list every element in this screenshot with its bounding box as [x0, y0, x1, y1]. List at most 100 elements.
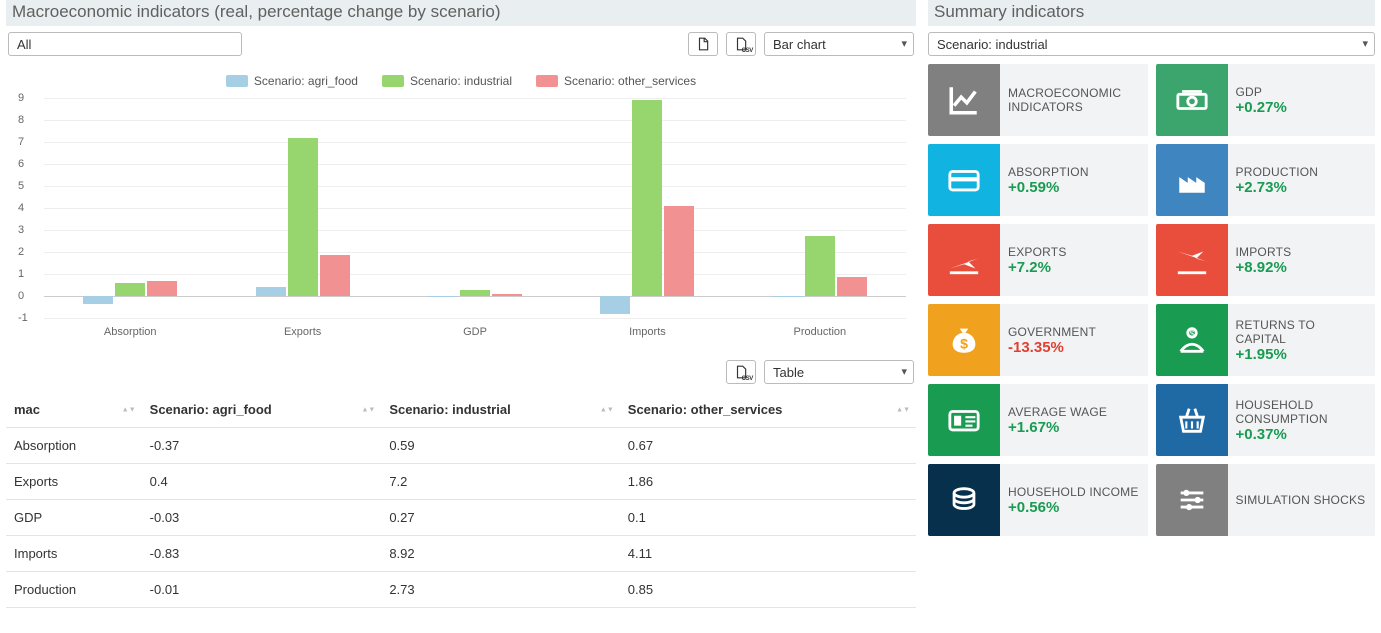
table-header-industrial[interactable]: Scenario: industrial▲▼ [381, 392, 619, 428]
bar-group: GDP [389, 98, 561, 318]
card-value: +1.67% [1008, 419, 1107, 436]
summary-card[interactable]: AVERAGE WAGE+1.67% [928, 384, 1148, 456]
legend-item-industrial[interactable]: Scenario: industrial [382, 74, 512, 88]
card-body: ABSORPTION+0.59% [1000, 144, 1097, 216]
bar[interactable] [83, 296, 113, 304]
bar[interactable] [805, 236, 835, 296]
bar[interactable] [428, 296, 458, 297]
bar[interactable] [320, 255, 350, 296]
table-header-agri[interactable]: Scenario: agri_food▲▼ [142, 392, 382, 428]
table-cell: 2.73 [381, 572, 619, 608]
card-body: GOVERNMENT-13.35% [1000, 304, 1104, 376]
file-image-icon [696, 37, 710, 51]
table-cell: 8.92 [381, 536, 619, 572]
card-value: +0.37% [1236, 426, 1368, 443]
table-row: Exports0.47.21.86 [6, 464, 916, 500]
card-value: +7.2% [1008, 259, 1067, 276]
table-cell: GDP [6, 500, 142, 536]
bar[interactable] [600, 296, 630, 314]
csv-badge: CSV [742, 376, 753, 382]
right-panel-title: Summary indicators [928, 0, 1375, 26]
table-cell: Imports [6, 536, 142, 572]
bar-group: Imports [561, 98, 733, 318]
table-cell: -0.03 [142, 500, 382, 536]
card-value: -13.35% [1008, 339, 1096, 356]
table-cell: Production [6, 572, 142, 608]
card-label: SIMULATION SHOCKS [1236, 493, 1366, 507]
card-body: PRODUCTION+2.73% [1228, 144, 1327, 216]
summary-card[interactable]: $ RETURNS TO CAPITAL+1.95% [1156, 304, 1376, 376]
bar[interactable] [256, 287, 286, 296]
summary-card[interactable]: SIMULATION SHOCKS [1156, 464, 1376, 536]
linechart-icon [928, 64, 1000, 136]
table-header-other[interactable]: Scenario: other_services▲▼ [620, 392, 916, 428]
table-cell: 0.1 [620, 500, 916, 536]
svg-text:$: $ [1189, 328, 1194, 338]
download-csv-chart-button[interactable]: CSV [726, 32, 756, 56]
card-value: +0.27% [1236, 99, 1287, 116]
summary-card[interactable]: EXPORTS+7.2% [928, 224, 1148, 296]
summary-card[interactable]: GDP+0.27% [1156, 64, 1376, 136]
bar[interactable] [664, 206, 694, 296]
bar[interactable] [288, 138, 318, 296]
yaxis-tick-label: -1 [18, 312, 28, 324]
yaxis-tick-label: 0 [18, 290, 24, 302]
card-body: RETURNS TO CAPITAL+1.95% [1228, 304, 1376, 376]
download-image-button[interactable] [688, 32, 718, 56]
coins-icon [928, 464, 1000, 536]
summary-card[interactable]: MACROECONOMIC INDICATORS [928, 64, 1148, 136]
table-cell: -0.83 [142, 536, 382, 572]
bar[interactable] [492, 294, 522, 296]
card-label: IMPORTS [1236, 245, 1292, 259]
bar[interactable] [837, 277, 867, 296]
table-cell: 0.59 [381, 428, 619, 464]
bar-group: Production [734, 98, 906, 318]
table-header-mac[interactable]: mac▲▼ [6, 392, 142, 428]
table-cell: Exports [6, 464, 142, 500]
country-filter-select[interactable]: All [8, 32, 242, 56]
download-csv-table-button[interactable]: CSV [726, 360, 756, 384]
summary-scenario-select[interactable]: Scenario: industrial [928, 32, 1375, 56]
summary-card[interactable]: ABSORPTION+0.59% [928, 144, 1148, 216]
bar[interactable] [147, 281, 177, 296]
bar[interactable] [460, 290, 490, 296]
bar-group: Absorption [44, 98, 216, 318]
card-label: HOUSEHOLD CONSUMPTION [1236, 398, 1368, 426]
table-row: GDP-0.030.270.1 [6, 500, 916, 536]
legend-label: Scenario: industrial [410, 74, 512, 88]
card-label: HOUSEHOLD INCOME [1008, 485, 1139, 499]
legend-item-agri[interactable]: Scenario: agri_food [226, 74, 358, 88]
handcoin-icon: $ [1156, 304, 1228, 376]
card-label: GDP [1236, 85, 1287, 99]
macro-chart: Scenario: agri_food Scenario: industrial… [6, 64, 916, 334]
legend-label: Scenario: agri_food [254, 74, 358, 88]
cash-icon [1156, 64, 1228, 136]
xaxis-category-label: Exports [216, 326, 388, 338]
chart-type-select[interactable]: Bar chart [764, 32, 914, 56]
basket-icon [1156, 384, 1228, 456]
xaxis-category-label: Imports [561, 326, 733, 338]
moneybag-icon: $ [928, 304, 1000, 376]
xaxis-category-label: GDP [389, 326, 561, 338]
table-type-select[interactable]: Table [764, 360, 914, 384]
table-cell: 7.2 [381, 464, 619, 500]
summary-card[interactable]: HOUSEHOLD INCOME+0.56% [928, 464, 1148, 536]
bar[interactable] [632, 100, 662, 296]
summary-card[interactable]: PRODUCTION+2.73% [1156, 144, 1376, 216]
card-body: HOUSEHOLD INCOME+0.56% [1000, 464, 1147, 536]
card-body: GDP+0.27% [1228, 64, 1295, 136]
card-label: MACROECONOMIC INDICATORS [1008, 86, 1140, 114]
bar[interactable] [115, 283, 145, 296]
left-panel-title: Macroeconomic indicators (real, percenta… [6, 0, 916, 26]
summary-card[interactable]: IMPORTS+8.92% [1156, 224, 1376, 296]
card-body: AVERAGE WAGE+1.67% [1000, 384, 1115, 456]
legend-item-other[interactable]: Scenario: other_services [536, 74, 696, 88]
summary-card[interactable]: $GOVERNMENT-13.35% [928, 304, 1148, 376]
card-label: ABSORPTION [1008, 165, 1089, 179]
gridline [44, 318, 906, 319]
factory-icon [1156, 144, 1228, 216]
summary-card[interactable]: HOUSEHOLD CONSUMPTION+0.37% [1156, 384, 1376, 456]
yaxis-tick-label: 4 [18, 202, 24, 214]
card-label: GOVERNMENT [1008, 325, 1096, 339]
card-value: +0.59% [1008, 179, 1089, 196]
